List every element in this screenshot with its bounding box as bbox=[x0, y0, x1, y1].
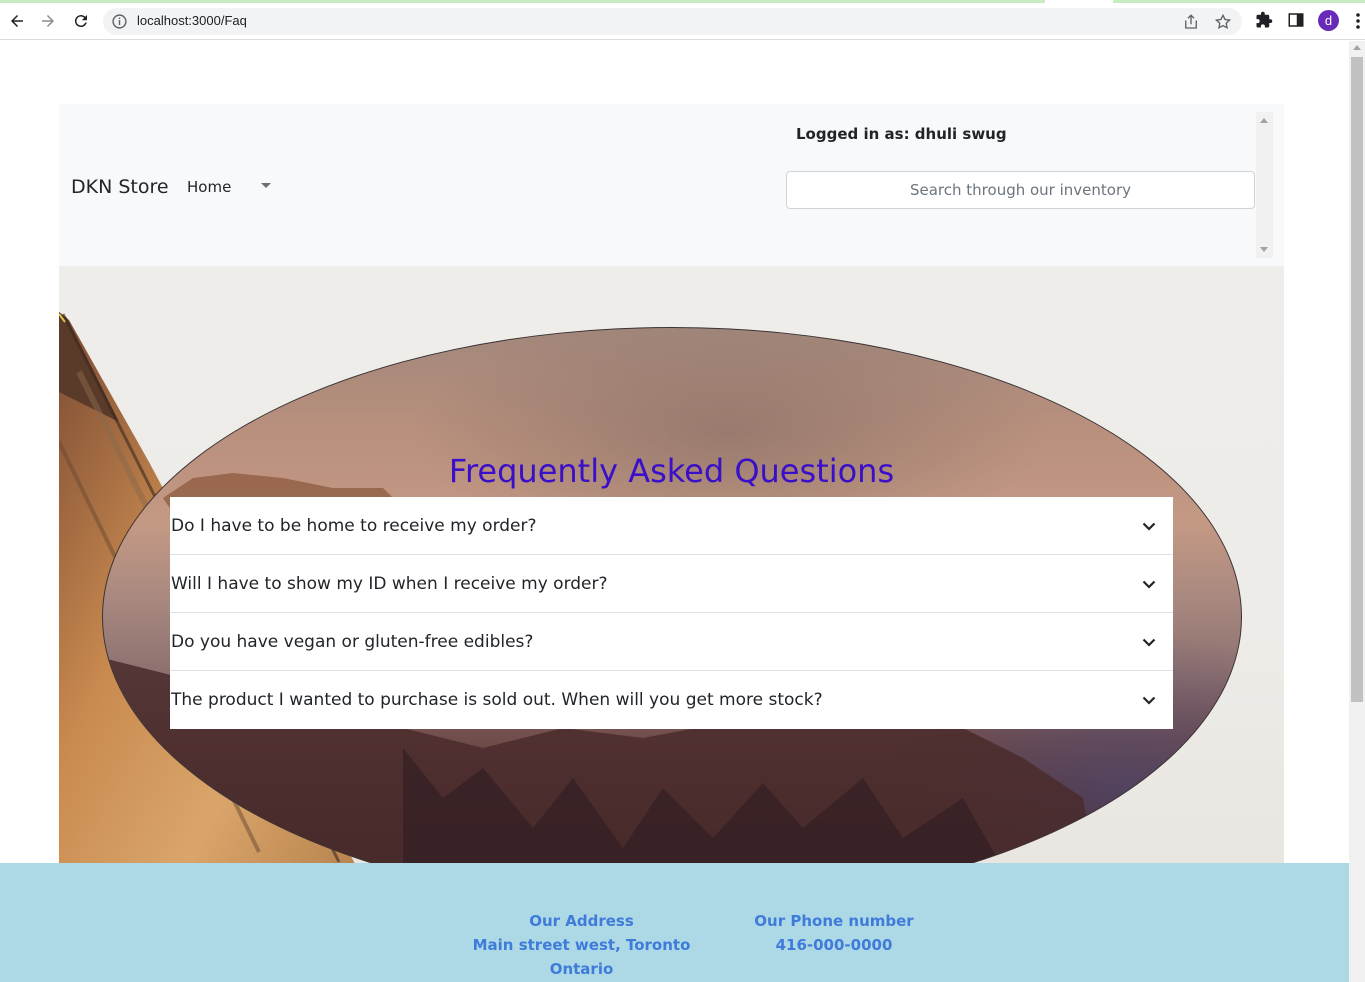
nav-home-link[interactable]: Home bbox=[187, 178, 231, 196]
faq-item[interactable]: The product I wanted to purchase is sold… bbox=[170, 671, 1173, 729]
inventory-search-input[interactable] bbox=[786, 171, 1255, 209]
footer-address-block: Our Address Main street west, Toronto On… bbox=[440, 909, 723, 981]
faq-question: Do I have to be home to receive my order… bbox=[171, 515, 537, 536]
loading-bar bbox=[0, 0, 1045, 3]
url-text: localhost:3000/Faq bbox=[137, 13, 247, 28]
reload-icon bbox=[74, 15, 87, 28]
scroll-up-arrow-icon[interactable] bbox=[1260, 118, 1268, 123]
footer-address-heading: Our Address bbox=[529, 912, 634, 930]
chevron-down-icon bbox=[1142, 580, 1156, 589]
bookmark-star-icon[interactable] bbox=[1214, 13, 1232, 31]
faq-question: The product I wanted to purchase is sold… bbox=[171, 690, 823, 710]
scrollbar-thumb[interactable] bbox=[1351, 57, 1363, 702]
faq-heading: Frequently Asked Questions bbox=[448, 452, 895, 490]
footer-phone-value: 416-000-0000 bbox=[775, 936, 893, 954]
extensions-puzzle-icon[interactable] bbox=[1255, 11, 1273, 29]
loading-bar-tail bbox=[1113, 0, 1365, 3]
faq-item[interactable]: Will I have to show my ID when I receive… bbox=[170, 555, 1173, 613]
footer-phone-block: Our Phone number 416-000-0000 bbox=[744, 909, 924, 957]
share-icon[interactable] bbox=[1182, 13, 1200, 31]
faq-accordion: Do I have to be home to receive my order… bbox=[170, 497, 1173, 729]
browser-toolbar: localhost:3000/Faq d bbox=[0, 0, 1365, 40]
chevron-down-icon bbox=[1142, 638, 1156, 647]
back-button[interactable] bbox=[6, 10, 28, 32]
side-panel-icon[interactable] bbox=[1287, 11, 1305, 29]
chevron-down-icon bbox=[1142, 696, 1156, 705]
footer-phone-heading: Our Phone number bbox=[754, 912, 914, 930]
scroll-up-arrow-icon[interactable] bbox=[1353, 45, 1361, 50]
brand-logo-text[interactable]: DKN Store bbox=[71, 176, 169, 198]
dropdown-caret-icon[interactable] bbox=[261, 183, 271, 188]
faq-question: Do you have vegan or gluten-free edibles… bbox=[171, 631, 534, 652]
faq-item[interactable]: Do I have to be home to receive my order… bbox=[170, 497, 1173, 555]
site-navbar: DKN Store Home Logged in as: dhuli swug bbox=[59, 104, 1284, 266]
site-footer: Our Address Main street west, Toronto On… bbox=[0, 863, 1349, 982]
arrow-right-icon bbox=[42, 15, 54, 27]
address-bar[interactable]: localhost:3000/Faq bbox=[103, 8, 1242, 35]
profile-avatar[interactable]: d bbox=[1318, 10, 1339, 31]
scroll-down-arrow-icon[interactable] bbox=[1260, 247, 1268, 252]
logged-in-status: Logged in as: dhuli swug bbox=[796, 125, 1007, 143]
more-menu-icon[interactable] bbox=[1355, 12, 1361, 30]
navbar-scrollbar[interactable] bbox=[1256, 112, 1273, 258]
footer-address-value: Main street west, Toronto Ontario bbox=[472, 936, 691, 978]
chevron-down-icon bbox=[1142, 522, 1156, 531]
page-scrollbar[interactable] bbox=[1349, 41, 1365, 982]
arrow-left-icon bbox=[11, 15, 23, 27]
reload-button[interactable] bbox=[70, 10, 92, 32]
faq-question: Will I have to show my ID when I receive… bbox=[171, 573, 608, 594]
info-icon[interactable] bbox=[111, 13, 128, 30]
faq-item[interactable]: Do you have vegan or gluten-free edibles… bbox=[170, 613, 1173, 671]
forward-button[interactable] bbox=[37, 10, 59, 32]
